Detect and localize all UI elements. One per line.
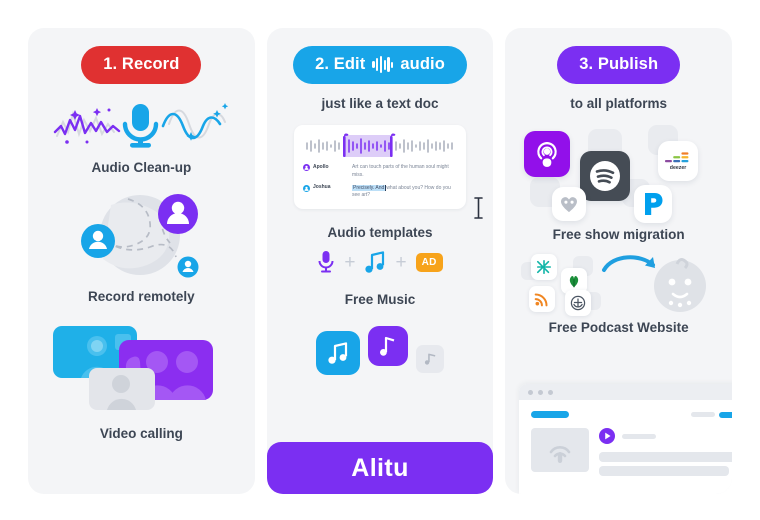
music-note-icon xyxy=(328,342,348,364)
badge-edit: 2. Edit audio xyxy=(293,46,467,84)
website-mockup[interactable] xyxy=(519,384,733,494)
pandora-icon xyxy=(644,193,663,215)
migration-illustration xyxy=(520,252,717,316)
globe-participants-icon xyxy=(81,194,199,278)
plus-icon: + xyxy=(395,251,407,273)
audio-templates-row: + + AD xyxy=(317,250,443,274)
music-tile-grey[interactable] xyxy=(416,345,444,373)
speaker-apollo: Apollo xyxy=(303,164,347,171)
badge-edit-prefix: 2. Edit xyxy=(315,55,366,73)
caption-free-show-migration: Free show migration xyxy=(552,227,685,242)
feature-record-remotely: Record remotely xyxy=(66,175,216,304)
transcript-row[interactable]: Apollo Art can touch parts of the human … xyxy=(303,164,457,180)
nav-item-active[interactable] xyxy=(719,411,733,418)
badge-record-label: 1. Record xyxy=(103,55,180,73)
waveform-selection-icon[interactable] xyxy=(303,133,457,159)
deezer-icon: deezer xyxy=(664,152,689,170)
music-tile-blue[interactable] xyxy=(316,331,360,375)
caption-free-podcast-website: Free Podcast Website xyxy=(548,320,689,335)
music-note-icon xyxy=(380,336,395,356)
window-dot xyxy=(538,389,544,395)
window-dot xyxy=(548,389,554,395)
podbean-glyph xyxy=(569,275,578,288)
website-body xyxy=(519,400,733,487)
alitu-logo-text: Alitu xyxy=(351,453,409,482)
ad-chip-icon[interactable]: AD xyxy=(415,252,443,272)
rss-feed-icon[interactable] xyxy=(528,286,555,312)
card-edit: 2. Edit audio just like a text doc Apoll… xyxy=(266,28,494,494)
subtitle-publish: to all platforms xyxy=(570,96,668,111)
platform-iheartradio[interactable] xyxy=(551,187,586,221)
badge-record: 1. Record xyxy=(81,46,202,84)
text-placeholder xyxy=(599,452,733,462)
platform-spotify[interactable] xyxy=(579,151,630,201)
browser-titlebar xyxy=(519,384,733,400)
transcript-text[interactable]: Precisely. And what about you? How do you… xyxy=(352,184,457,201)
speaker-name: Apollo xyxy=(313,163,329,170)
deezer-wordmark: deezer xyxy=(669,165,685,170)
libsyn-icon[interactable] xyxy=(530,254,557,280)
spotify-icon xyxy=(589,161,620,191)
platform-deezer[interactable]: deezer xyxy=(657,141,698,181)
transcript-text[interactable]: Art can touch parts of the human soul mi… xyxy=(352,164,457,180)
avatar xyxy=(303,164,310,171)
nav-item[interactable] xyxy=(691,412,716,417)
text-caret-icon xyxy=(474,197,483,219)
anchor-icon[interactable] xyxy=(564,290,591,316)
subtitle-edit: just like a text doc xyxy=(321,96,439,111)
infographic-board: 1. Record Audio Clean-up Record remotely… xyxy=(0,0,760,520)
badge-publish: 3. Publish xyxy=(557,46,681,84)
free-music-row xyxy=(316,317,444,375)
transcript-editor[interactable]: Apollo Art can touch parts of the human … xyxy=(294,125,483,219)
microphone-icon xyxy=(123,104,159,148)
libsyn-glyph xyxy=(536,259,551,275)
anchor-glyph xyxy=(570,295,585,311)
text-placeholder xyxy=(599,466,729,476)
alitu-mascot-icon xyxy=(653,258,706,312)
badge-edit-suffix: audio xyxy=(400,55,445,73)
music-note-icon[interactable] xyxy=(364,250,386,274)
podcast-cover-art xyxy=(531,428,590,472)
speaker-joshua: Joshua xyxy=(303,184,347,192)
caption-video-calling: Video calling xyxy=(99,426,183,441)
avatar xyxy=(303,184,310,192)
audio-bars-icon xyxy=(372,56,394,73)
site-logo-pill xyxy=(531,411,570,418)
caption-audio-cleanup: Audio Clean-up xyxy=(91,160,192,175)
title-audio-templates: Audio templates xyxy=(327,225,433,240)
music-tile-purple[interactable] xyxy=(368,326,408,366)
rss-glyph xyxy=(534,293,548,306)
text-selection[interactable]: Precisely. And xyxy=(352,184,387,191)
plus-icon: + xyxy=(344,251,356,273)
podcast-signal-icon xyxy=(550,446,571,463)
card-publish: 3. Publish to all platforms deezer Free … xyxy=(505,28,733,494)
title-free-music: Free Music xyxy=(344,292,416,307)
iheartradio-icon xyxy=(560,197,577,213)
alitu-cta-button[interactable]: Alitu xyxy=(266,442,494,494)
platform-pandora[interactable] xyxy=(633,185,672,223)
feature-audio-cleanup: Audio Clean-up xyxy=(51,84,231,175)
audio-waveform-microphone-icon xyxy=(54,103,229,148)
speaker-name: Joshua xyxy=(313,184,331,191)
episode-title-placeholder xyxy=(622,433,657,439)
card-record: 1. Record Audio Clean-up Record remotely… xyxy=(28,28,255,494)
badge-publish-label: 3. Publish xyxy=(579,55,659,73)
apple-podcasts-icon xyxy=(536,142,557,167)
feature-video-calling: Video calling xyxy=(51,304,231,441)
play-button-icon[interactable] xyxy=(599,428,616,444)
window-dot xyxy=(528,389,534,395)
caption-record-remotely: Record remotely xyxy=(88,289,195,304)
platform-apple-podcasts[interactable] xyxy=(523,131,570,177)
video-call-tiles-icon xyxy=(53,326,214,410)
microphone-icon[interactable] xyxy=(317,250,335,274)
platform-logos: deezer xyxy=(523,121,714,225)
transcript-row[interactable]: Joshua Precisely. And what about you? How… xyxy=(303,184,457,201)
music-note-icon xyxy=(424,353,435,365)
